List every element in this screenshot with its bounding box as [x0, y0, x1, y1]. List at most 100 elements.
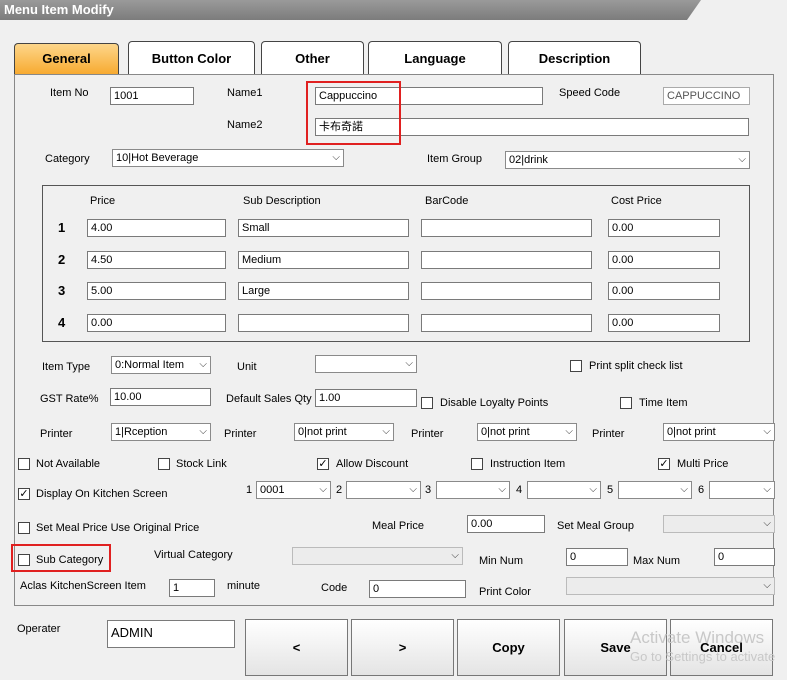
row-number: 4: [58, 315, 66, 330]
unit-label: Unit: [237, 361, 257, 373]
name2-label: Name2: [227, 119, 263, 131]
printer-select-1[interactable]: 1|Rception ⌵: [111, 423, 211, 441]
print-split-checkbox[interactable]: [570, 360, 582, 372]
next-button[interactable]: >: [351, 619, 454, 676]
speed-code-label: Speed Code: [559, 87, 621, 99]
cost-price-input-3[interactable]: 0.00: [608, 282, 720, 300]
display-kitchen-checkbox[interactable]: ✓: [18, 488, 30, 500]
allow-discount-checkbox[interactable]: ✓: [317, 458, 329, 470]
item-no-label: Item No: [50, 87, 89, 99]
set-meal-original-label: Set Meal Price Use Original Price: [36, 522, 200, 534]
barcode-input-3[interactable]: [421, 282, 592, 300]
speed-code-input[interactable]: CAPPUCCINO: [663, 87, 750, 105]
meal-price-input[interactable]: 0.00: [467, 515, 545, 533]
set-meal-original-checkbox[interactable]: [18, 522, 30, 534]
tab-description[interactable]: Description: [508, 41, 641, 74]
item-no-input[interactable]: 1001: [110, 87, 194, 105]
item-type-select[interactable]: 0:Normal Item ⌵: [111, 356, 211, 374]
operator-label: Operater: [17, 623, 61, 635]
virtual-category-select[interactable]: ⌵: [292, 547, 463, 565]
price-input-4[interactable]: 0.00: [87, 314, 226, 332]
chevron-down-icon: ⌵: [738, 154, 746, 165]
chevron-down-icon: ⌵: [763, 484, 771, 495]
printer-value-1: 1|Rception: [115, 426, 168, 438]
chevron-down-icon: ⌵: [763, 580, 771, 591]
cost-price-input-2[interactable]: 0.00: [608, 251, 720, 269]
max-num-input[interactable]: 0: [714, 548, 775, 566]
title-bar: Menu Item Modify: [0, 0, 787, 20]
category-select[interactable]: 10|Hot Beverage ⌵: [112, 149, 344, 167]
unit-select[interactable]: ⌵: [315, 355, 417, 373]
price-input-2[interactable]: 4.50: [87, 251, 226, 269]
chevron-down-icon: ⌵: [680, 484, 688, 495]
disable-loyalty-label: Disable Loyalty Points: [440, 397, 549, 409]
kitchen-screen-select-5[interactable]: ⌵: [618, 481, 692, 499]
sub-description-input-3[interactable]: Large: [238, 282, 409, 300]
gst-rate-input[interactable]: 10.00: [110, 388, 211, 406]
display-kitchen-label: Display On Kitchen Screen: [36, 488, 168, 500]
instruction-item-checkbox[interactable]: [471, 458, 483, 470]
check-icon: ✓: [318, 458, 328, 470]
sub-description-input-2[interactable]: Medium: [238, 251, 409, 269]
time-item-checkbox[interactable]: [620, 397, 632, 409]
row-number: 2: [58, 252, 66, 267]
code-input[interactable]: 0: [369, 580, 466, 598]
chevron-down-icon: ⌵: [763, 426, 771, 437]
disable-loyalty-checkbox[interactable]: [421, 397, 433, 409]
printer-value-4: 0|not print: [667, 426, 716, 438]
sub-description-input-1[interactable]: Small: [238, 219, 409, 237]
kitchen-screen-select-6[interactable]: ⌵: [709, 481, 775, 499]
check-icon: ✓: [19, 488, 29, 500]
item-group-select[interactable]: 02|drink ⌵: [505, 151, 750, 169]
aclas-input[interactable]: 1: [169, 579, 215, 597]
cost-price-input-4[interactable]: 0.00: [608, 314, 720, 332]
operator-field: ADMIN: [107, 620, 235, 648]
barcode-input-4[interactable]: [421, 314, 592, 332]
barcode-input-1[interactable]: [421, 219, 592, 237]
chevron-down-icon: ⌵: [589, 484, 597, 495]
watermark-line-2: Go to Settings to activate: [630, 649, 776, 664]
time-item-label: Time Item: [639, 397, 688, 409]
not-available-checkbox[interactable]: [18, 458, 30, 470]
set-meal-group-select[interactable]: ⌵: [663, 515, 775, 533]
tab-other[interactable]: Other: [261, 41, 364, 74]
kitchen-screen-select-1[interactable]: 0001 ⌵: [256, 481, 331, 499]
printer-select-4[interactable]: 0|not print ⌵: [663, 423, 775, 441]
copy-button[interactable]: Copy: [457, 619, 560, 676]
print-color-select[interactable]: ⌵: [566, 577, 775, 595]
kitchen-screen-value-1: 0001: [260, 484, 285, 496]
tab-button-color[interactable]: Button Color: [128, 41, 255, 74]
instruction-item-label: Instruction Item: [490, 458, 566, 470]
stock-link-checkbox[interactable]: [158, 458, 170, 470]
kitchen-screen-num-2: 2: [336, 484, 343, 496]
multi-price-checkbox[interactable]: ✓: [658, 458, 670, 470]
category-label: Category: [45, 153, 90, 165]
tab-general[interactable]: General: [14, 43, 119, 75]
kitchen-screen-num-1: 1: [246, 484, 253, 496]
printer-select-2[interactable]: 0|not print ⌵: [294, 423, 394, 441]
price-input-3[interactable]: 5.00: [87, 282, 226, 300]
previous-button[interactable]: <: [245, 619, 348, 676]
kitchen-screen-select-4[interactable]: ⌵: [527, 481, 601, 499]
window-title: Menu Item Modify: [4, 2, 114, 17]
chevron-down-icon: ⌵: [763, 518, 771, 529]
kitchen-screen-num-4: 4: [516, 484, 523, 496]
cost-price-input-1[interactable]: 0.00: [608, 219, 720, 237]
sub-description-input-4[interactable]: [238, 314, 409, 332]
chevron-down-icon: ⌵: [405, 358, 413, 369]
kitchen-screen-select-3[interactable]: ⌵: [436, 481, 510, 499]
barcode-header: BarCode: [425, 195, 469, 207]
default-qty-input[interactable]: 1.00: [315, 389, 417, 407]
min-num-input[interactable]: 0: [566, 548, 628, 566]
chevron-down-icon: ⌵: [498, 484, 506, 495]
gst-rate-label: GST Rate%: [40, 393, 99, 405]
tab-language[interactable]: Language: [368, 41, 502, 74]
chevron-down-icon: ⌵: [319, 484, 327, 495]
name1-label: Name1: [227, 87, 263, 99]
kitchen-screen-select-2[interactable]: ⌵: [346, 481, 421, 499]
item-type-label: Item Type: [42, 361, 91, 373]
virtual-category-label: Virtual Category: [154, 549, 233, 561]
printer-select-3[interactable]: 0|not print ⌵: [477, 423, 577, 441]
price-input-1[interactable]: 4.00: [87, 219, 226, 237]
barcode-input-2[interactable]: [421, 251, 592, 269]
